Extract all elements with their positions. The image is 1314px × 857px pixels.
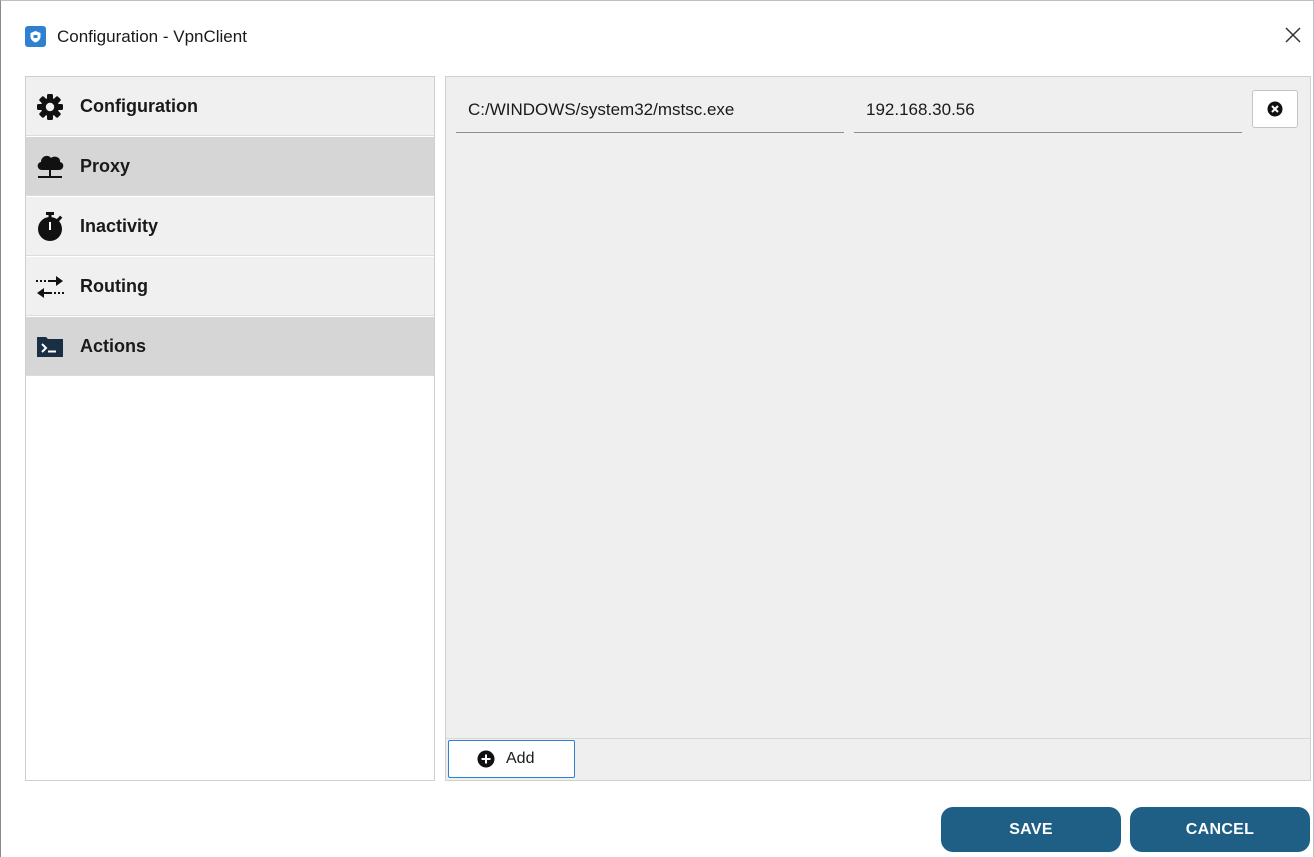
sidebar-item-routing[interactable]: Routing <box>26 257 434 316</box>
stopwatch-icon <box>34 211 66 243</box>
swap-arrows-icon <box>34 271 66 303</box>
gear-icon <box>34 91 66 123</box>
ip-address-field[interactable]: 192.168.30.56 <box>854 87 1242 133</box>
configuration-window: Configuration - VpnClient Configuration … <box>0 0 1314 857</box>
remove-action-button[interactable] <box>1252 90 1298 128</box>
cancel-button[interactable]: CANCEL <box>1130 807 1310 852</box>
cloud-network-icon <box>34 151 66 183</box>
action-row: C:/WINDOWS/system32/mstsc.exe 192.168.30… <box>456 87 1302 135</box>
close-icon <box>1285 27 1301 43</box>
sidebar-item-inactivity[interactable]: Inactivity <box>26 197 434 256</box>
sidebar-item-proxy[interactable]: Proxy <box>26 137 434 196</box>
sidebar-item-label: Inactivity <box>80 215 159 236</box>
terminal-icon <box>34 331 66 363</box>
close-button[interactable] <box>1273 15 1313 55</box>
program-path-field[interactable]: C:/WINDOWS/system32/mstsc.exe <box>456 87 844 133</box>
save-button[interactable]: SAVE <box>941 807 1121 852</box>
add-button-label: Add <box>506 750 535 767</box>
sidebar-item-configuration[interactable]: Configuration <box>26 77 434 136</box>
window-title: Configuration - VpnClient <box>57 27 247 46</box>
actions-footer: Add <box>446 738 1310 780</box>
add-circle-icon <box>477 750 495 768</box>
sidebar-item-label: Proxy <box>80 155 131 176</box>
sidebar-nav: Configuration Proxy Inactivity Routing A… <box>25 76 435 781</box>
add-action-button[interactable]: Add <box>448 740 575 778</box>
actions-panel: C:/WINDOWS/system32/mstsc.exe 192.168.30… <box>445 76 1311 781</box>
sidebar-item-label: Configuration <box>80 95 198 116</box>
remove-circle-icon <box>1267 101 1283 117</box>
shield-icon <box>25 26 46 47</box>
sidebar-item-label: Routing <box>80 275 148 296</box>
sidebar-item-label: Actions <box>80 335 147 356</box>
sidebar-item-actions[interactable]: Actions <box>26 317 434 376</box>
title-bar: Configuration - VpnClient <box>1 1 1313 71</box>
